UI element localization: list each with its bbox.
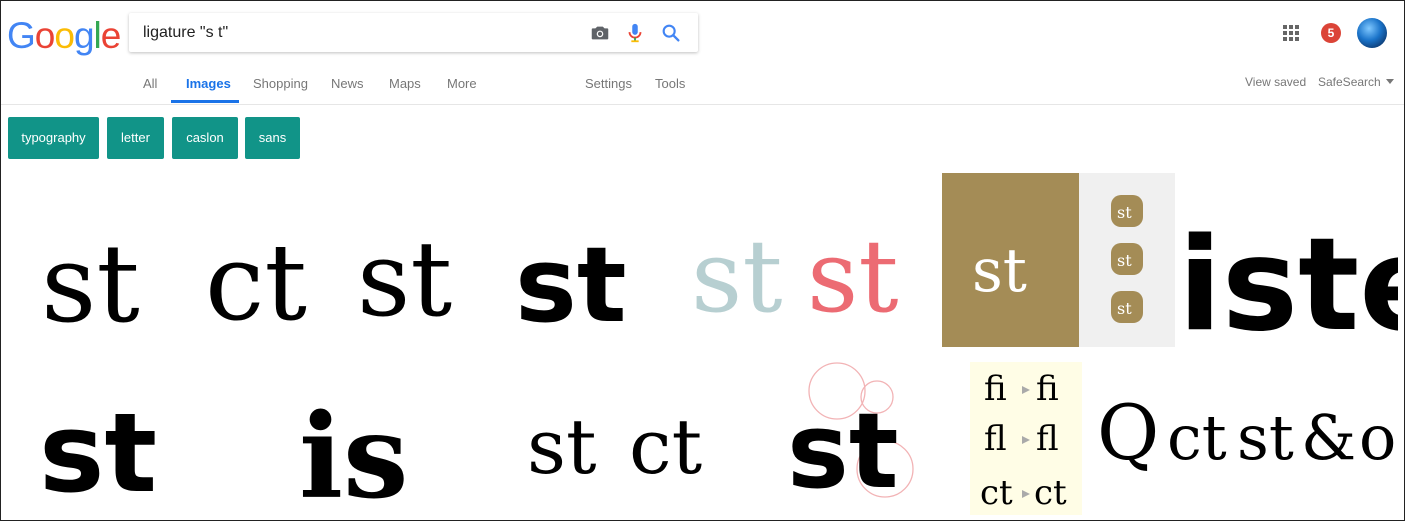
image-result[interactable]: st	[773, 357, 923, 513]
result-glyph: fi	[1036, 369, 1059, 409]
result-glyph: Q	[1097, 388, 1159, 477]
header: Google 5 All	[1, 1, 1404, 105]
result-glyph: fl	[1036, 419, 1059, 459]
chip-typography[interactable]: typography	[8, 117, 99, 159]
result-glyph: st	[1237, 401, 1294, 474]
avatar[interactable]	[1357, 18, 1387, 48]
result-glyph: fl	[984, 419, 1007, 459]
search-box	[129, 13, 698, 52]
tab-maps[interactable]: Maps	[389, 76, 421, 91]
image-result[interactable]: st	[23, 357, 183, 513]
image-result[interactable]: st st st st	[942, 173, 1175, 347]
tab-more[interactable]: More	[447, 76, 477, 91]
microphone-icon[interactable]	[624, 22, 646, 44]
result-glyph: is	[299, 389, 408, 513]
result-glyph: ct	[1167, 401, 1227, 474]
image-result[interactable]: st st	[681, 173, 931, 345]
result-glyph: ct	[629, 402, 702, 491]
chip-caslon[interactable]: caslon	[172, 117, 238, 159]
result-glyph: st	[515, 224, 627, 345]
caret-down-icon	[1386, 79, 1395, 84]
image-result[interactable]: Q ct st & o	[1097, 381, 1398, 491]
logo-letter: g	[73, 15, 95, 56]
result-glyph: o	[1359, 401, 1396, 474]
notifications-badge[interactable]: 5	[1321, 23, 1341, 43]
view-saved-link[interactable]: View saved	[1245, 75, 1306, 89]
tab-settings[interactable]: Settings	[585, 76, 632, 91]
camera-icon[interactable]	[589, 22, 611, 44]
image-result[interactable]: st	[23, 173, 173, 345]
tab-shopping[interactable]: Shopping	[253, 76, 308, 91]
result-glyph: st	[787, 390, 899, 512]
chip-letter[interactable]: letter	[107, 117, 164, 159]
result-glyph: st	[1117, 299, 1132, 318]
result-glyph: st	[972, 236, 1027, 306]
image-result[interactable]: iste	[1184, 173, 1398, 345]
result-glyph: st	[357, 218, 452, 340]
tab-tools[interactable]: Tools	[655, 76, 685, 91]
result-glyph: ct	[980, 473, 1013, 513]
logo-letter: o	[34, 15, 56, 56]
safesearch-label: SafeSearch	[1318, 75, 1381, 89]
image-result[interactable]: st	[347, 173, 477, 345]
tab-news[interactable]: News	[331, 76, 364, 91]
result-glyph: ct	[205, 221, 307, 344]
logo-letter: G	[7, 15, 36, 56]
result-glyph: st	[39, 389, 157, 513]
active-tab-indicator	[171, 100, 239, 103]
search-input[interactable]	[143, 13, 573, 52]
logo-letter: l	[93, 15, 102, 56]
logo-letter: e	[100, 15, 122, 56]
safesearch-dropdown[interactable]: SafeSearch	[1318, 75, 1395, 89]
logo-letter: o	[54, 15, 75, 56]
result-glyph: st	[691, 218, 783, 335]
result-glyph: st	[527, 402, 597, 491]
image-result[interactable]: fi fi fl fl ct ct	[970, 362, 1082, 515]
result-glyph: ct	[1034, 473, 1067, 513]
search-icon[interactable]	[660, 22, 682, 44]
tab-all[interactable]: All	[143, 76, 157, 91]
image-result[interactable]: ct	[197, 173, 337, 345]
result-glyph: st	[807, 218, 899, 335]
result-glyph: st	[1117, 203, 1132, 222]
image-result[interactable]: st	[497, 173, 647, 345]
result-glyph: st	[1117, 251, 1132, 270]
google-logo[interactable]: Google	[7, 15, 122, 57]
apps-grid-icon[interactable]	[1283, 25, 1299, 41]
result-glyph: fi	[984, 369, 1007, 409]
image-result[interactable]: is	[281, 357, 431, 513]
tab-images[interactable]: Images	[186, 76, 231, 91]
result-glyph: st	[41, 222, 140, 345]
image-result[interactable]: st ct	[521, 357, 731, 513]
chip-sans[interactable]: sans	[245, 117, 300, 159]
result-glyph: iste	[1184, 211, 1398, 345]
result-glyph: &	[1301, 401, 1356, 474]
